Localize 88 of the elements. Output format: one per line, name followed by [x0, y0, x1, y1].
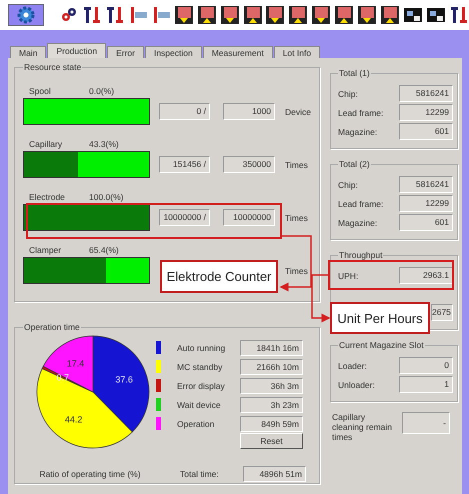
tab[interactable]: Lot Info [274, 46, 320, 58]
field-label: UPH: [338, 270, 358, 280]
value-field: 1 [399, 376, 453, 393]
tab[interactable]: Production [47, 43, 106, 58]
group-title: Throughput [338, 250, 384, 260]
count-field: 151456 / [159, 156, 210, 173]
slice-label: 17.4 [66, 358, 84, 368]
group-title: Total (2) [338, 159, 371, 169]
field-label: Lead frame: [338, 198, 384, 208]
slice-label: 0.7 [56, 372, 70, 382]
value-field: 5816241 [399, 85, 453, 102]
callout-label: Elektrode Counter [160, 260, 278, 293]
percent-text: 43.3(%) [89, 139, 119, 149]
limit-field: 10000000 [223, 209, 275, 226]
tab[interactable]: Main [10, 46, 46, 58]
tab[interactable]: Measurement [202, 46, 273, 58]
group-title: Current Magazine Slot [338, 340, 425, 350]
field-label: Chip: [338, 180, 358, 190]
time-field: 1841h 16m [240, 340, 303, 356]
time-field: 36h 3m [240, 378, 303, 394]
unit-text: Times [285, 160, 308, 170]
field-label: Lead frame: [338, 108, 384, 118]
percent-text: 100.0(%) [89, 192, 124, 202]
value-field: 601 [399, 123, 453, 140]
chart-title: Ratio of operating time (%) [38, 468, 142, 478]
legend-label: Wait device [177, 400, 222, 410]
stack-icon[interactable] [174, 5, 194, 25]
field-label: Loader: [338, 360, 367, 370]
group-title: Total (1) [338, 68, 371, 78]
value-field: 0 [399, 357, 453, 374]
time-field: 4896h 51m [243, 466, 306, 482]
stack-icon[interactable] [311, 5, 332, 25]
field-label: Capillary cleaning remain times [332, 412, 392, 442]
tab[interactable]: Inspection [144, 46, 202, 58]
percent-text: 65.4(%) [89, 245, 119, 255]
tools-icon[interactable] [82, 5, 102, 25]
resource-name: Clamper [29, 245, 62, 255]
gear-icon [16, 5, 36, 25]
time-field: 849h 59m [240, 416, 303, 432]
field-label: Magazine: [338, 218, 378, 228]
count-field: 10000000 / [159, 209, 210, 226]
stack-icon[interactable] [220, 5, 240, 25]
value-field: 5816241 [399, 176, 453, 193]
field-label: Chip: [338, 88, 358, 98]
value-field: 2675 [431, 304, 453, 321]
value-field: 12299 [399, 104, 453, 121]
legend-label: Operation [177, 418, 216, 428]
value-field: - [402, 412, 450, 434]
value-field: 601 [399, 214, 453, 231]
resource-name: Electrode [29, 192, 66, 202]
gear-button[interactable] [8, 4, 44, 26]
monitor-icon[interactable] [403, 5, 424, 25]
stack-icon[interactable] [265, 5, 286, 25]
group-title: Resource state [23, 62, 82, 72]
reset-button[interactable]: Reset [240, 433, 303, 449]
group-title: Operation time [23, 322, 81, 332]
stack-icon[interactable] [380, 5, 400, 25]
stack-icon[interactable] [334, 5, 354, 25]
count-field: 0 / [159, 103, 210, 120]
legend-label: Error display [177, 380, 226, 390]
time-label: Total time: [180, 468, 220, 478]
tab[interactable]: Error [107, 46, 144, 58]
resource-name: Capillary [29, 139, 64, 149]
slice-label: 44.2 [64, 414, 82, 424]
value-field: 2963.1 [399, 267, 453, 284]
callout-label: Unit Per Hours [330, 302, 430, 334]
resource-name: Spool [29, 86, 52, 96]
legend-label: MC standby [177, 362, 224, 372]
stack-icon[interactable] [288, 5, 308, 25]
field-label: Unloader: [338, 380, 375, 390]
limit-field: 1000 [223, 103, 275, 120]
value-field: 12299 [399, 195, 453, 212]
unit-text: Times [285, 266, 308, 276]
unit-text: Device [285, 106, 311, 116]
limit-field: 350000 [223, 156, 275, 173]
time-field: 3h 23m [240, 396, 303, 412]
tools-icon[interactable] [449, 5, 469, 25]
legend-label: Auto running [177, 342, 226, 352]
percent-text: 0.0(%) [89, 86, 114, 96]
slice-label: 37.6 [115, 374, 133, 384]
stack-icon[interactable] [242, 5, 262, 25]
unit-text: Times [285, 212, 308, 222]
field-label: Magazine: [338, 126, 378, 136]
time-field: 2166h 10m [240, 358, 303, 374]
tools-icon[interactable] [104, 5, 125, 25]
stack-icon[interactable] [357, 5, 378, 25]
monitor-icon[interactable] [426, 5, 446, 25]
stack-icon[interactable] [196, 5, 217, 25]
